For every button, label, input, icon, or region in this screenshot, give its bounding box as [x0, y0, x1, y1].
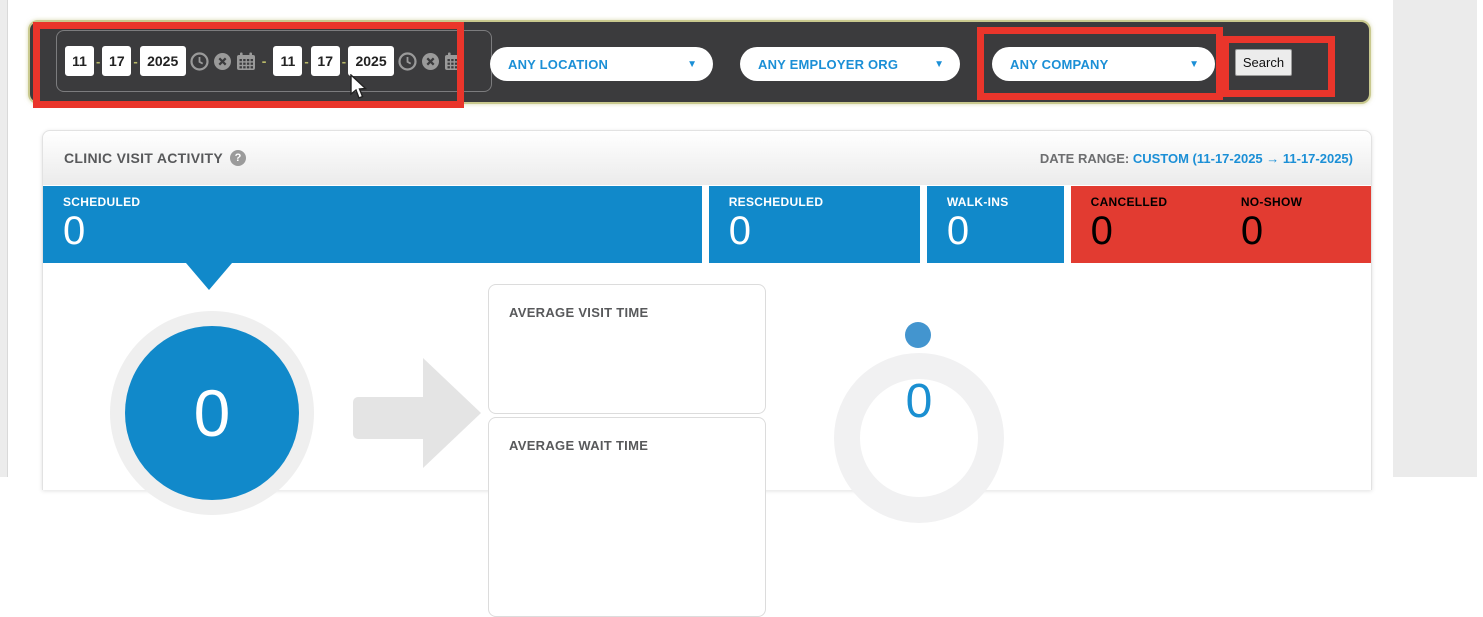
flow-arrow-head-icon [423, 358, 481, 468]
location-dropdown-label: ANY LOCATION [508, 57, 608, 72]
end-calendar-icon[interactable] [444, 52, 463, 71]
stat-noshow-label: NO-SHOW [1241, 195, 1371, 209]
company-dropdown[interactable]: ANY COMPANY ▼ [992, 47, 1215, 81]
stat-noshow: NO-SHOW 0 [1221, 186, 1371, 263]
start-time-clock-icon[interactable] [190, 52, 209, 71]
gauge-value: 0 [834, 374, 1004, 429]
start-day-input[interactable] [102, 46, 131, 76]
date-range-group: - - - - - [56, 30, 492, 92]
stat-noshow-value: 0 [1241, 210, 1371, 252]
visit-stats-bar: SCHEDULED 0 RESCHEDULED 0 WALK-INS 0 CAN… [43, 186, 1371, 263]
end-year-input[interactable] [348, 46, 394, 76]
search-button[interactable]: Search [1235, 49, 1292, 76]
chevron-down-icon: ▼ [934, 59, 944, 70]
start-clear-icon[interactable] [213, 52, 232, 71]
date-dash: - [342, 54, 346, 69]
chevron-down-icon: ▼ [1189, 59, 1199, 70]
date-dash: - [133, 54, 137, 69]
date-range-summary: DATE RANGE: CUSTOM (11-17-2025 → 11-17-2… [1040, 151, 1353, 166]
flow-arrow-icon [353, 397, 427, 439]
average-visit-time-box: AVERAGE VISIT TIME [488, 284, 766, 414]
stat-cancelled: CANCELLED 0 [1071, 186, 1221, 263]
stat-rescheduled-label: RESCHEDULED [729, 195, 920, 209]
start-month-input[interactable] [65, 46, 94, 76]
stat-cancelled-value: 0 [1091, 210, 1221, 252]
stat-rescheduled: RESCHEDULED 0 [709, 186, 920, 263]
employer-org-dropdown[interactable]: ANY EMPLOYER ORG ▼ [740, 47, 960, 81]
location-dropdown[interactable]: ANY LOCATION ▼ [490, 47, 713, 81]
end-month-input[interactable] [273, 46, 302, 76]
start-year-input[interactable] [140, 46, 186, 76]
stat-cancelled-label: CANCELLED [1091, 195, 1221, 209]
average-visit-time-label: AVERAGE VISIT TIME [509, 305, 745, 320]
company-dropdown-label: ANY COMPANY [1010, 57, 1109, 72]
end-time-clock-icon[interactable] [398, 52, 417, 71]
stat-walkins: WALK-INS 0 [927, 186, 1064, 263]
help-icon[interactable]: ? [230, 150, 246, 166]
page-left-gutter [0, 0, 8, 477]
date-range-value-link[interactable]: CUSTOM (11-17-2025 → 11-17-2025) [1133, 151, 1353, 166]
date-dash: - [96, 54, 100, 69]
employer-org-dropdown-label: ANY EMPLOYER ORG [758, 57, 898, 72]
average-wait-time-label: AVERAGE WAIT TIME [509, 438, 745, 453]
stat-cancelled-noshow-group: CANCELLED 0 NO-SHOW 0 [1071, 186, 1371, 263]
stat-scheduled-label: SCHEDULED [63, 195, 702, 209]
filter-toolbar: - - - - - ANY LOCATION ▼ ANY [28, 20, 1371, 104]
start-calendar-icon[interactable] [236, 52, 255, 71]
gauge-progress-dot [905, 322, 931, 348]
date-dash: - [304, 54, 308, 69]
end-clear-icon[interactable] [421, 52, 440, 71]
stat-walkins-value: 0 [947, 210, 1064, 252]
end-day-input[interactable] [311, 46, 340, 76]
panel-header: CLINIC VISIT ACTIVITY ? DATE RANGE: CUST… [43, 131, 1371, 185]
scheduled-total-circle: 0 [125, 326, 299, 500]
page-right-gutter [1393, 0, 1477, 477]
clinic-visit-activity-panel: CLINIC VISIT ACTIVITY ? DATE RANGE: CUST… [42, 130, 1372, 490]
stat-scheduled-value: 0 [63, 210, 702, 252]
chevron-down-icon: ▼ [687, 59, 697, 70]
date-range-label: DATE RANGE: [1040, 151, 1129, 166]
stat-scheduled: SCHEDULED 0 [43, 186, 702, 263]
average-wait-time-box: AVERAGE WAIT TIME [488, 417, 766, 617]
range-separator: - [262, 53, 267, 69]
stat-walkins-label: WALK-INS [947, 195, 1064, 209]
stat-rescheduled-value: 0 [729, 210, 920, 252]
panel-title: CLINIC VISIT ACTIVITY [64, 150, 223, 166]
scheduled-pointer-triangle [186, 263, 232, 290]
